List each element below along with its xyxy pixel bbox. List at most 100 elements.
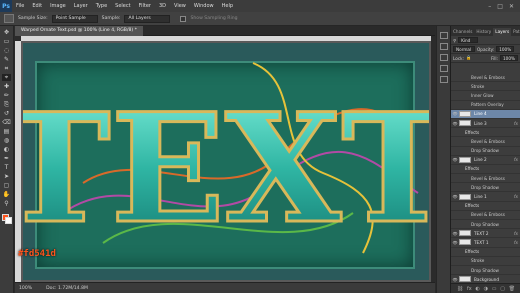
- adjustment-icon[interactable]: ◑: [484, 286, 488, 292]
- layer-kind-filter[interactable]: Kind: [458, 37, 479, 43]
- color-swatches[interactable]: [1, 213, 13, 225]
- visibility-eye-icon[interactable]: 👁: [451, 240, 459, 245]
- trash-icon[interactable]: 🗑: [509, 286, 515, 292]
- visibility-eye-icon[interactable]: 👁: [451, 111, 459, 116]
- menu-help[interactable]: Help: [218, 3, 237, 9]
- sample-size-select[interactable]: Point Sample: [51, 14, 98, 23]
- blend-mode-select[interactable]: Normal: [453, 46, 475, 52]
- visibility-eye-icon[interactable]: 👁: [451, 157, 459, 162]
- fx-badge-icon[interactable]: fx: [514, 231, 520, 236]
- layer-row[interactable]: 👁 Line 1 fx: [451, 192, 520, 202]
- marquee-icon[interactable]: ▭: [2, 38, 11, 45]
- layer-effect-item[interactable]: Stroke: [451, 82, 520, 92]
- path-select-icon[interactable]: ➤: [2, 173, 11, 180]
- shape-icon[interactable]: ▢: [2, 182, 11, 189]
- lock-icon[interactable]: 🔒: [466, 55, 471, 61]
- layer-effect-item[interactable]: Stroke: [451, 257, 520, 266]
- link-icon[interactable]: ⛓: [457, 286, 463, 292]
- minimize-icon[interactable]: –: [488, 3, 491, 10]
- folder-icon[interactable]: ▭: [492, 286, 497, 292]
- blur-icon[interactable]: ◍: [2, 137, 11, 144]
- layer-row[interactable]: 👁 Line 2 fx: [451, 156, 520, 165]
- adjustments-panel-icon[interactable]: [439, 54, 448, 61]
- fx-badge-icon[interactable]: fx: [514, 157, 520, 162]
- menu-type[interactable]: Type: [92, 3, 111, 9]
- menu-3d[interactable]: 3D: [155, 3, 170, 9]
- color-panel-icon[interactable]: [439, 32, 448, 39]
- visibility-eye-icon[interactable]: 👁: [451, 121, 459, 126]
- opacity-input[interactable]: 100%: [496, 46, 515, 52]
- show-sampling-ring-checkbox[interactable]: [180, 15, 187, 22]
- layer-effect-item[interactable]: Drop Shadow: [451, 266, 520, 276]
- layer-effect-item[interactable]: Bevel & Emboss: [451, 174, 520, 184]
- layer-effect-item[interactable]: Drop Shadow: [451, 147, 520, 156]
- type-icon[interactable]: T: [2, 164, 11, 171]
- visibility-eye-icon[interactable]: 👁: [451, 231, 459, 236]
- styles-panel-icon[interactable]: [439, 65, 448, 72]
- quick-select-icon[interactable]: ✎: [2, 56, 11, 63]
- fx-badge-icon[interactable]: fx: [514, 240, 520, 245]
- layer-effect-item[interactable]: Drop Shadow: [451, 183, 520, 193]
- new-layer-icon[interactable]: ▢: [500, 286, 505, 292]
- healing-icon[interactable]: ✚: [2, 83, 11, 90]
- layer-effects-group[interactable]: Effects: [451, 165, 520, 175]
- eyedropper-tool-preset-icon[interactable]: [4, 14, 14, 23]
- tab-channels[interactable]: Channels: [451, 28, 474, 36]
- sample-select[interactable]: All Layers: [124, 14, 171, 23]
- document-info[interactable]: Doc: 1.72M/14.8M: [46, 286, 88, 291]
- menu-filter[interactable]: Filter: [135, 3, 155, 9]
- layer-effect-item[interactable]: Bevel & Emboss: [451, 211, 520, 220]
- menu-select[interactable]: Select: [111, 3, 134, 9]
- tab-paths[interactable]: Paths: [511, 28, 520, 36]
- properties-panel-icon[interactable]: [439, 76, 448, 83]
- fx-badge-icon[interactable]: fx: [514, 194, 520, 199]
- layer-effect-item[interactable]: Inner Glow: [451, 91, 520, 101]
- layer-effect-item[interactable]: Bevel & Emboss: [451, 137, 520, 147]
- swatches-panel-icon[interactable]: [439, 43, 448, 50]
- maximize-icon[interactable]: □: [497, 3, 503, 10]
- background-color-swatch[interactable]: [4, 217, 12, 224]
- zoom-icon[interactable]: ⚲: [2, 200, 11, 207]
- fx-badge-icon[interactable]: fx: [514, 121, 520, 126]
- layer-effects-group[interactable]: Effects: [451, 128, 520, 138]
- brush-icon[interactable]: ✏: [2, 92, 11, 99]
- mask-icon[interactable]: ◐: [475, 286, 479, 292]
- layer-row[interactable]: 👁 TEXT 1 fx: [451, 238, 520, 248]
- gradient-icon[interactable]: ▤: [2, 128, 11, 135]
- canvas-area[interactable]: TEXT: [21, 41, 431, 282]
- layer-row[interactable]: 👁 TEXT 2 fx: [451, 229, 520, 239]
- menu-layer[interactable]: Layer: [70, 3, 92, 9]
- fx-icon[interactable]: fx: [467, 286, 472, 292]
- close-icon[interactable]: ✕: [509, 3, 514, 10]
- menu-edit[interactable]: Edit: [28, 3, 46, 9]
- pen-icon[interactable]: ✒: [2, 155, 11, 162]
- history-brush-icon[interactable]: ↺: [2, 110, 11, 117]
- fill-input[interactable]: 100%: [500, 55, 518, 61]
- menu-file[interactable]: File: [12, 3, 28, 9]
- eyedropper-icon[interactable]: ⌖: [2, 74, 11, 81]
- layer-effect-item[interactable]: Bevel & Emboss: [451, 73, 520, 83]
- crop-icon[interactable]: ⌗: [2, 65, 11, 72]
- document-tab[interactable]: Warped Ornate Text.psd @ 100% (Line 4, R…: [15, 25, 143, 36]
- menu-image[interactable]: Image: [46, 3, 70, 9]
- tab-layers[interactable]: Layers: [493, 28, 512, 36]
- layer-row[interactable]: 👁 Line 3 fx: [451, 119, 520, 129]
- eraser-icon[interactable]: ⌫: [2, 119, 11, 126]
- visibility-eye-icon[interactable]: 👁: [451, 194, 459, 199]
- layer-effects-group[interactable]: Effects: [451, 248, 520, 257]
- visibility-eye-icon[interactable]: 👁: [451, 277, 459, 282]
- clone-icon[interactable]: ⎘: [2, 101, 11, 108]
- document-canvas[interactable]: TEXT: [23, 43, 429, 280]
- layer-row[interactable]: 👁 Line 4: [451, 109, 520, 119]
- zoom-level[interactable]: 100%: [19, 286, 32, 291]
- layer-effect-item[interactable]: Drop Shadow: [451, 220, 520, 230]
- move-icon[interactable]: ✥: [2, 29, 11, 36]
- dodge-icon[interactable]: ◐: [2, 146, 11, 153]
- layer-effects-group[interactable]: Effects: [451, 202, 520, 211]
- layer-effect-item[interactable]: Pattern Overlay: [451, 101, 520, 110]
- lasso-icon[interactable]: ◌: [2, 47, 11, 54]
- hand-icon[interactable]: ✋: [2, 191, 11, 198]
- tab-history[interactable]: History: [474, 28, 493, 36]
- menu-window[interactable]: Window: [190, 3, 218, 9]
- menu-view[interactable]: View: [170, 3, 190, 9]
